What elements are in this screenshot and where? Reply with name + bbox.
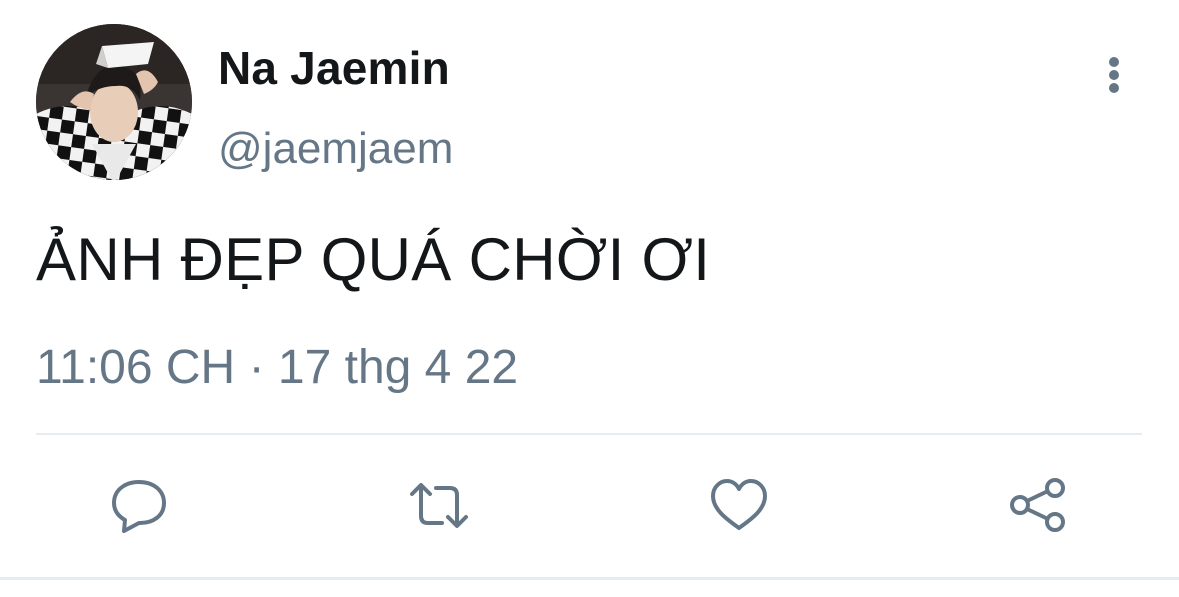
like-icon: [711, 479, 767, 530]
reply-button[interactable]: [108, 476, 170, 536]
more-dot: [1109, 70, 1119, 80]
tweet-time: 11:06 CH: [36, 341, 236, 394]
display-name[interactable]: Na Jaemin: [218, 40, 450, 96]
tweet-text: ẢNH ĐẸP QUÁ CHỜI ƠI: [36, 226, 711, 293]
like-button[interactable]: [708, 476, 770, 536]
avatar[interactable]: [36, 24, 192, 180]
retweet-button[interactable]: [408, 476, 470, 536]
divider: [36, 433, 1142, 435]
meta-separator: ·: [248, 341, 265, 394]
user-handle[interactable]: @jaemjaem: [218, 121, 453, 177]
more-dot: [1109, 57, 1119, 67]
more-dot: [1109, 83, 1119, 93]
tweet-card: Na Jaemin @jaemjaem ẢNH ĐẸP QUÁ CHỜI ƠI …: [0, 0, 1179, 597]
share-icon: [1010, 478, 1065, 532]
reply-icon: [112, 480, 166, 533]
tweet-date: 17 thg 4 22: [277, 341, 519, 394]
avatar-image: [36, 24, 192, 180]
share-button[interactable]: [1008, 476, 1070, 536]
tweet-timestamp[interactable]: 11:06 CH · 17 thg 4 22: [36, 339, 518, 397]
more-options-button[interactable]: [1094, 52, 1138, 98]
retweet-icon: [410, 483, 468, 528]
bottom-divider: [0, 577, 1179, 580]
